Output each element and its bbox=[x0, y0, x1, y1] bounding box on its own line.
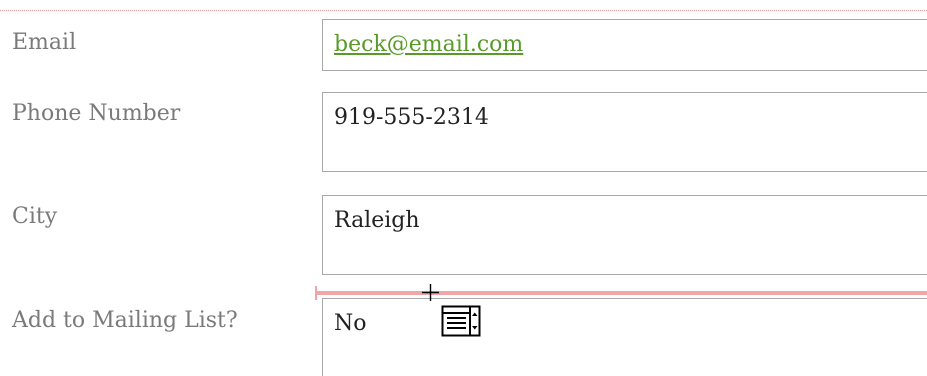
email-value[interactable]: beck@email.com bbox=[334, 32, 523, 57]
crosshair-cursor-icon bbox=[422, 284, 439, 301]
city-label: City bbox=[12, 204, 58, 229]
form-canvas: Email beck@email.com Phone Number 919-55… bbox=[0, 0, 927, 376]
mailing-list-field[interactable]: No bbox=[322, 298, 927, 376]
phone-number-label: Phone Number bbox=[12, 101, 181, 126]
phone-number-value: 919-555-2314 bbox=[334, 105, 489, 130]
list-box-control-icon bbox=[441, 305, 481, 337]
email-label: Email bbox=[12, 30, 77, 55]
mailing-list-label: Add to Mailing List? bbox=[12, 308, 238, 333]
email-field[interactable]: beck@email.com bbox=[322, 19, 927, 71]
section-divider bbox=[0, 10, 927, 11]
resize-guide-line[interactable] bbox=[316, 291, 927, 295]
city-field[interactable]: Raleigh bbox=[322, 195, 927, 275]
city-value: Raleigh bbox=[334, 208, 420, 233]
phone-number-field[interactable]: 919-555-2314 bbox=[322, 92, 927, 172]
mailing-list-value: No bbox=[334, 311, 367, 336]
